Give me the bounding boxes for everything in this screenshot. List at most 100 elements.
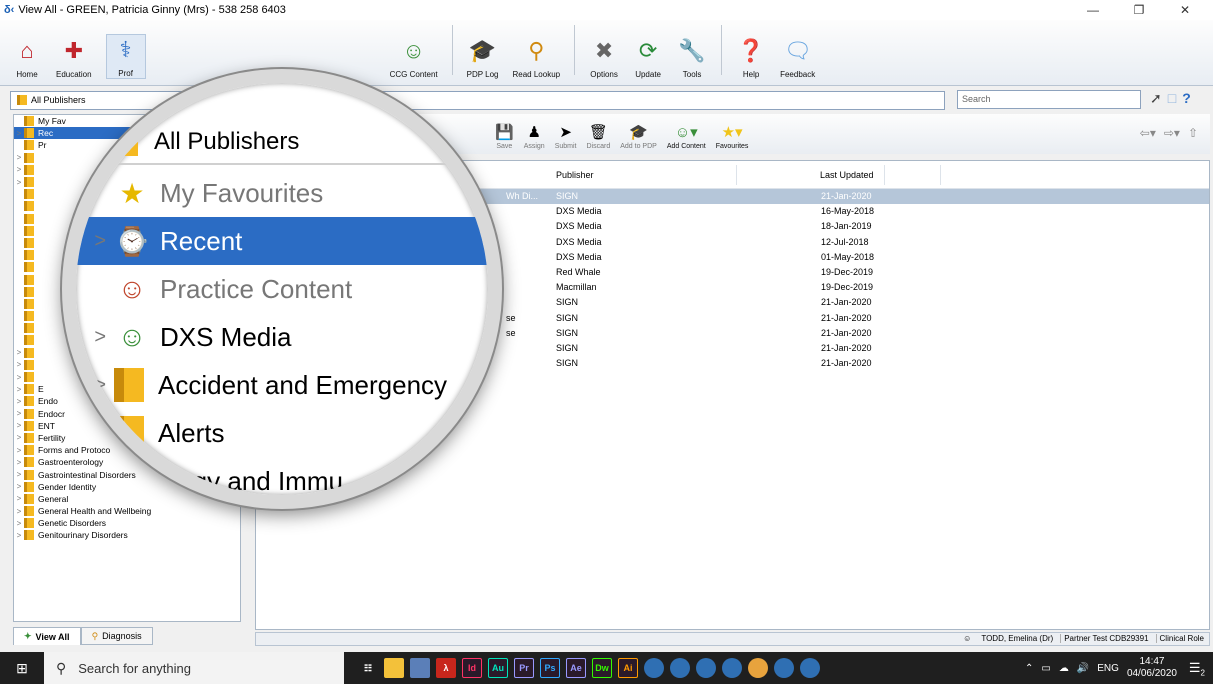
chevron-right-icon[interactable]: > [14,470,24,479]
home-button[interactable]: ⌂ Home [12,36,42,79]
folder-icon [24,347,34,358]
tree-item[interactable]: > General Health and Wellbeing [14,505,240,517]
chevron-right-icon[interactable]: > [14,178,24,187]
skype-icon[interactable] [670,658,690,678]
chevron-right-icon: > [94,325,106,348]
update-button[interactable]: ⟳ Update [633,36,663,79]
document-icon[interactable]: □ [1168,90,1176,107]
adobe-app-icon[interactable]: Pr [514,658,534,678]
folder-icon [24,420,34,431]
search-input[interactable]: Search [957,90,1141,109]
close-button[interactable]: ✕ [1162,0,1208,20]
chevron-right-icon[interactable]: > [14,409,24,418]
chevron-right-icon[interactable]: > [14,494,24,503]
folder-icon [24,408,34,419]
file-explorer-icon[interactable] [384,658,404,678]
pdf-icon[interactable]: λ [436,658,456,678]
minimize-button[interactable]: — [1070,0,1116,20]
assign-button[interactable]: ♟ Assign [524,123,545,150]
up-arrow-icon[interactable]: ⇧ [1188,126,1198,140]
column-publisher[interactable]: Publisher [556,170,594,180]
adobe-app-icon[interactable]: Id [462,658,482,678]
read-lookup-button[interactable]: ⚲ Read Lookup [513,36,561,79]
add-to-pdp-button[interactable]: 🎓 Add to PDP [620,123,657,150]
adobe-app-icon[interactable]: Ps [540,658,560,678]
options-button[interactable]: ✖ Options [589,36,619,79]
chevron-right-icon[interactable]: > [14,507,24,516]
chrome-icon[interactable] [748,658,768,678]
submit-button[interactable]: ➤ Submit [555,123,577,150]
adobe-app-icon[interactable]: Ae [566,658,586,678]
help-button[interactable]: ❓ Help [736,36,766,79]
folder-icon [24,274,34,285]
outlook-icon[interactable] [644,658,664,678]
chevron-right-icon[interactable]: > [14,531,24,540]
tab-diagnosis[interactable]: ⚲ Diagnosis [80,627,153,645]
status-user: TODD, Emelina (Dr) [981,634,1054,643]
restore-button[interactable]: ❐ [1116,0,1162,20]
row-publisher: SIGN [556,358,579,369]
add-content-button[interactable]: ☺▾ Add Content [667,123,706,150]
tree-item[interactable]: > Genitourinary Disorders [14,529,240,541]
onedrive-icon[interactable]: ☁ [1059,663,1069,674]
read-lookup-icon: ⚲ [528,38,545,63]
chevron-right-icon[interactable]: > [14,421,24,430]
windows-start-icon[interactable]: ⊞ [0,652,44,684]
dxs-app-icon[interactable] [800,658,820,678]
row-last-updated: 21-Jan-2020 [821,297,872,308]
taskbar-search[interactable]: ⚲ Search for anything [44,652,344,684]
tab-view-all[interactable]: ✦ View All [13,627,81,645]
system-tray: ⌃ ▭ ☁ 🔊 ENG 14:47 04/06/2020 [1025,652,1177,684]
chevron-right-icon[interactable]: > [14,446,24,455]
chevron-right-icon[interactable]: > [14,385,24,394]
chevron-right-icon[interactable]: > [14,373,24,382]
notification-icon[interactable]: ☰2 [1189,660,1205,678]
discard-button[interactable]: 🗑 Discard [587,123,611,150]
chevron-right-icon[interactable]: > [14,482,24,491]
save-button[interactable]: 💾 Save [495,123,514,150]
chevron-right-icon[interactable]: > [14,165,24,174]
adobe-app-icon[interactable]: Dw [592,658,612,678]
tree-item-label: My Fav [38,116,66,127]
language-indicator[interactable]: ENG [1097,663,1119,674]
volume-icon[interactable]: 🔊 [1077,663,1089,674]
adobe-app-icon[interactable]: Ai [618,658,638,678]
remote-desktop-icon[interactable] [774,658,794,678]
row-last-updated: 16-May-2018 [821,206,875,217]
favourites-button[interactable]: ★▾ Favourites [716,123,749,150]
people-icon[interactable] [410,658,430,678]
network-icon[interactable]: ▭ [1041,663,1050,674]
chevron-right-icon[interactable]: > [14,153,24,162]
adobe-app-icon[interactable]: Au [488,658,508,678]
task-view-icon[interactable]: ☷ [358,658,378,678]
folder-icon [24,311,34,322]
column-divider [884,165,885,185]
skype-business-icon[interactable] [722,658,742,678]
chevron-right-icon[interactable]: > [14,519,24,528]
chevron-right-icon[interactable]: > [14,458,24,467]
row-publisher: DXS Media [556,251,602,262]
forward-arrow-icon[interactable]: ⇨▾ [1164,126,1180,140]
professional-button[interactable]: ⚕ Prof [105,34,146,79]
clock[interactable]: 14:47 04/06/2020 [1127,656,1177,680]
chevron-right-icon[interactable]: > [14,129,24,138]
magnifier-row-label: Recent [160,225,243,256]
tree-item[interactable]: > Genetic Disorders [14,517,240,529]
chevron-right-icon[interactable]: > [14,348,24,357]
education-button[interactable]: ✚ Education [56,36,92,79]
ccg-content-button[interactable]: ☺ CCG Content [390,36,438,79]
column-last-updated[interactable]: Last Updated [820,170,874,180]
feedback-button[interactable]: 🗨 Feedback [780,36,815,79]
chevron-right-icon[interactable]: > [14,433,24,442]
chevron-right-icon[interactable]: > [14,397,24,406]
tools-button[interactable]: 🔧 Tools [677,36,707,79]
pdp-log-button[interactable]: 🎓 PDP Log [467,36,499,79]
folder-icon [24,372,34,383]
pin-icon[interactable]: ➚ [1150,90,1162,107]
back-arrow-icon[interactable]: ⇦▾ [1140,126,1156,140]
tray-chevron-icon[interactable]: ⌃ [1025,663,1033,674]
teams-icon[interactable] [696,658,716,678]
chevron-right-icon[interactable]: > [14,360,24,369]
help-question-icon[interactable]: ? [1182,90,1191,107]
folder-icon [24,262,34,273]
